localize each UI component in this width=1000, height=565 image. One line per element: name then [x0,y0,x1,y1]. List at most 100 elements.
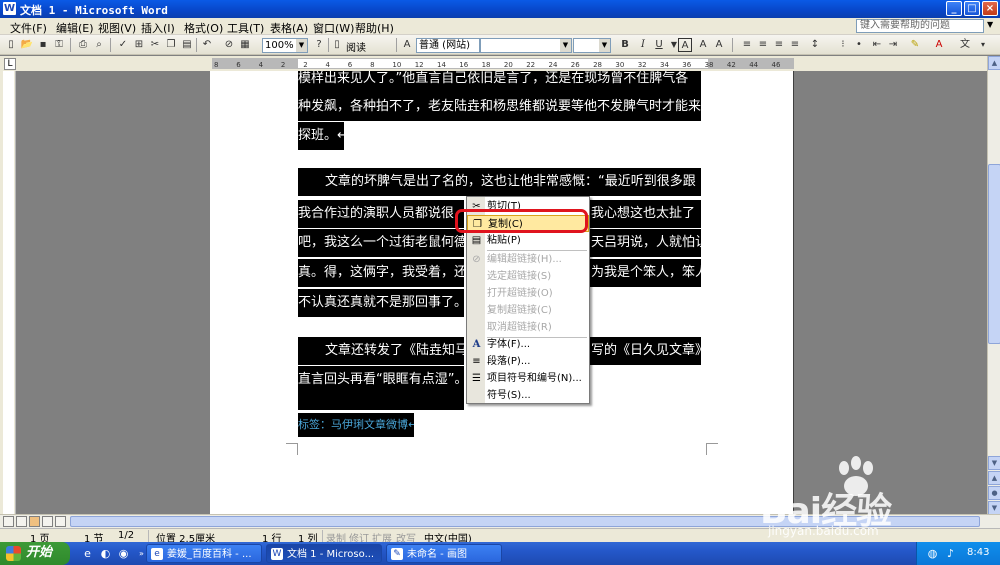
volume-icon[interactable]: ♪ [943,546,958,561]
paste-icon[interactable]: ▤ [180,38,194,52]
font-color-icon[interactable]: A [932,38,946,52]
text-line[interactable]: 写的《日久见文章》, [585,337,701,365]
text-line[interactable]: 我心想这也太扯了 [585,200,701,228]
undo-icon[interactable]: ↶ [200,38,214,52]
normal-view-icon[interactable] [3,516,14,527]
text-line[interactable]: 模样出来见人了。”他直言自己依旧是言了，还是在现场曾不住脾气各 [298,71,701,93]
minimize-button[interactable]: _ [946,1,962,16]
help-icon[interactable]: ? [312,38,326,52]
zoom-select[interactable]: 100% ▼ [262,38,308,53]
new-document-icon[interactable]: ▯ [4,38,18,52]
text-line[interactable]: 探班。↵ [298,122,344,150]
text-line[interactable]: 文章还转发了《陆垚知马 [298,337,464,365]
scroll-thumb[interactable] [988,164,1000,344]
ctx-symbol[interactable]: 符号(S)... [467,387,589,404]
save-icon[interactable]: ▪ [36,38,50,52]
browser-icon[interactable]: ◉ [116,546,131,561]
cut-icon[interactable]: ✂ [148,38,162,52]
close-button[interactable]: × [982,1,998,16]
text-line[interactable]: 真。得，这俩字，我受着，还 [298,259,464,287]
next-page-icon[interactable]: ▼ [988,501,1000,515]
line-spacing-icon[interactable]: ↕ [808,38,822,52]
italic-button[interactable]: I [636,38,650,52]
horizontal-ruler[interactable]: L 8 6 4 2 2 4 6 8 10 12 14 16 18 20 22 24 26 28 30 32 34 36 38… [0,56,1000,71]
text-line[interactable]: 不认真还真就不是那回事了。 [298,289,464,317]
menu-insert[interactable]: 插入(I) [141,20,175,36]
text-line[interactable]: 直言回头再看“眼眶有点湿”。 [298,366,464,394]
text-line[interactable]: 我合作过的演职人员都说很 [298,200,464,228]
scroll-up-icon[interactable]: ▲ [988,56,1000,70]
menu-table[interactable]: 表格(A) [270,20,308,36]
char-border-button[interactable]: A [678,38,692,52]
numbering-icon[interactable]: ⁝ [836,38,850,52]
char-scale-icon[interactable]: A [696,38,710,52]
tags-line[interactable]: 标签：马伊琍文章微博↵ [298,413,414,437]
maximize-button[interactable]: □ [964,1,980,16]
clock[interactable]: 8:43 [967,547,989,558]
font-select[interactable]: ▼ [480,38,572,53]
styles-icon[interactable]: A [400,38,414,52]
ctx-paste[interactable]: ▤ 粘贴(P) [467,232,589,249]
menu-view[interactable]: 视图(V) [98,20,136,36]
ctx-font[interactable]: A 字体(F)... [467,336,589,353]
menu-edit[interactable]: 编辑(E) [56,20,94,36]
align-left-icon[interactable]: ≡ [740,38,754,52]
task-word[interactable]: W 文档 1 - Microso... [266,544,382,563]
select-browse-object-icon[interactable]: ● [988,486,1000,500]
text-line[interactable]: 种发飙，各种拍不了，老友陆垚和杨思维都说要等他不发脾气时才能来 [298,93,701,121]
ie-icon[interactable]: e [80,546,95,561]
help-search-input[interactable]: 键入需要帮助的问题 [856,19,984,33]
font-size-select[interactable]: ▼ [573,38,611,53]
highlight-icon[interactable]: ✎ [908,38,922,52]
permission-icon[interactable]: ⚿ [52,38,66,52]
char-shading-icon[interactable]: A [712,38,726,52]
decrease-indent-icon[interactable]: ⇤ [870,38,884,52]
spelling-icon[interactable]: ✓ [116,38,130,52]
tables-icon[interactable]: ▦ [238,38,252,52]
vertical-scrollbar[interactable]: ▲ ▼ ▲ ● ▼ [987,56,1000,516]
chevron-down-icon[interactable]: ▼ [599,39,610,52]
media-icon[interactable]: ◐ [98,546,113,561]
align-center-icon[interactable]: ≡ [756,38,770,52]
toolbar-options-icon[interactable]: ▾ [976,38,990,52]
text-line[interactable]: 为我是个笨人，笨人 [585,259,701,287]
style-select[interactable]: 普通 (网站) [416,38,480,53]
web-view-icon[interactable] [16,516,27,527]
print-view-icon[interactable] [29,516,40,527]
menu-file[interactable]: 文件(F) [10,20,47,36]
text-line[interactable]: 吧，我这么一个过街老鼠何德 [298,229,464,257]
underline-button[interactable]: U [652,38,666,52]
ctx-paragraph[interactable]: ≡ 段落(P)... [467,353,589,370]
outline-view-icon[interactable] [42,516,53,527]
reading-view-icon[interactable] [55,516,66,527]
read-mode-icon[interactable]: ▯ [330,38,344,52]
help-dropdown-icon[interactable]: ▼ [987,20,993,29]
vertical-ruler[interactable] [0,71,16,514]
task-baike[interactable]: e 姜媛_百度百科 - ... [146,544,262,563]
bold-button[interactable]: B [618,38,632,52]
menu-format[interactable]: 格式(O) [184,20,223,36]
phonetic-guide-icon[interactable]: 文 [958,38,972,52]
start-button[interactable]: 开始 [0,542,70,565]
read-mode-button[interactable]: 阅读 [346,39,366,54]
scroll-down-icon[interactable]: ▼ [988,456,1000,470]
chevron-down-icon[interactable]: ▼ [296,39,307,52]
research-icon[interactable]: ⊞ [132,38,146,52]
chevron-down-icon[interactable]: ▼ [560,39,571,52]
print-icon[interactable]: ⎙ [76,38,90,52]
ctx-bullets[interactable]: ☰ 项目符号和编号(N)... [467,370,589,387]
network-icon[interactable]: ◍ [925,546,940,561]
menu-help[interactable]: 帮助(H) [355,20,394,36]
menu-tools[interactable]: 工具(T) [227,20,264,36]
increase-indent-icon[interactable]: ⇥ [886,38,900,52]
menu-window[interactable]: 窗口(W) [313,20,354,36]
task-paint[interactable]: ✎ 未命名 - 画图 [386,544,502,563]
open-folder-icon[interactable]: 📂 [20,38,34,52]
bullets-icon[interactable]: • [852,38,866,52]
prev-page-icon[interactable]: ▲ [988,471,1000,485]
copy-icon[interactable]: ❐ [164,38,178,52]
text-line[interactable]: 天吕玥说，人就怕认 [585,229,701,257]
print-preview-icon[interactable]: ⌕ [92,38,106,52]
text-line[interactable]: 文章的坏脾气是出了名的，这也让他非常感慨：“最近听到很多跟 [298,168,701,196]
align-right-icon[interactable]: ≡ [772,38,786,52]
